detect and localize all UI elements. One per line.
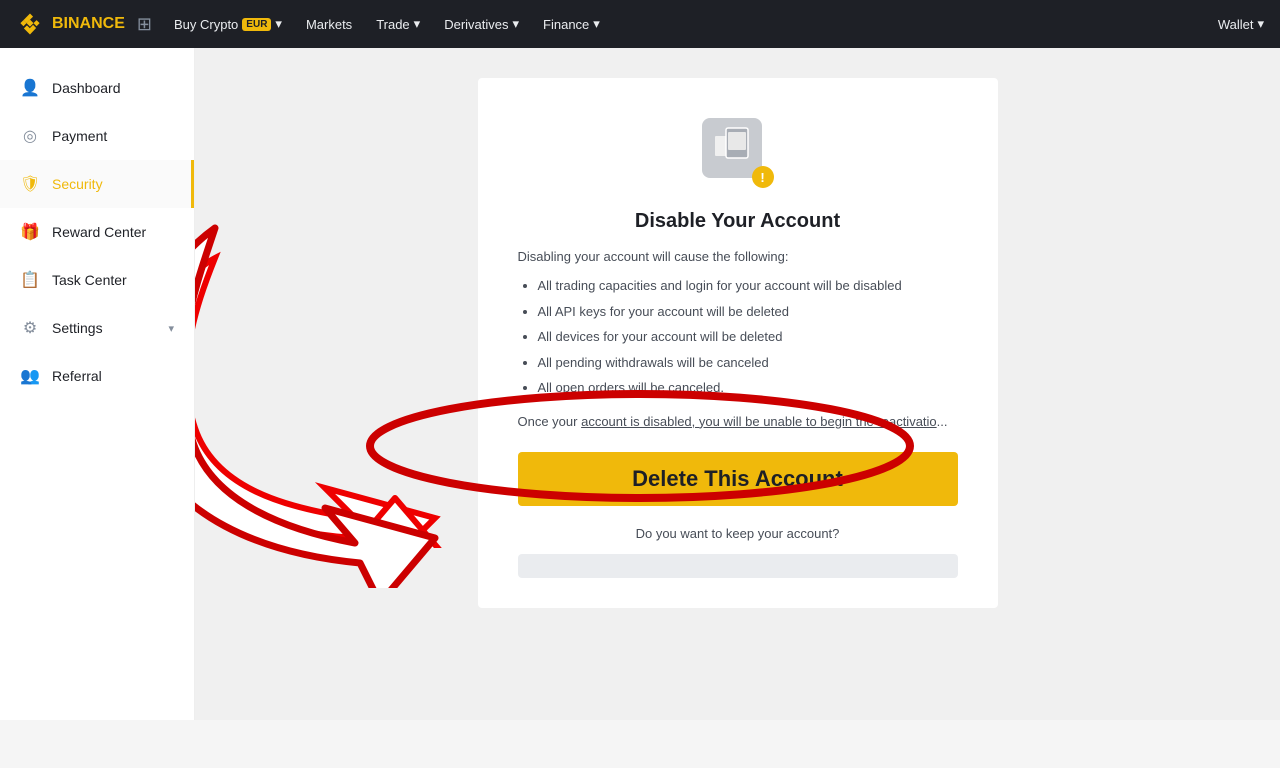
sidebar-item-payment[interactable]: ◎ Payment: [0, 112, 194, 160]
wallet-chevron: ▾: [1257, 16, 1264, 32]
bullet-4: All pending withdrawals will be canceled: [538, 353, 958, 373]
sidebar-item-settings[interactable]: ⚙ Settings ▾: [0, 304, 194, 352]
settings-caret: ▾: [168, 322, 174, 335]
wallet-button[interactable]: Wallet ▾: [1218, 16, 1264, 32]
device-icon: [702, 118, 762, 178]
sidebar-item-task-center[interactable]: 📋 Task Center: [0, 256, 194, 304]
task-icon: 📋: [20, 270, 40, 290]
device-icon-wrapper: !: [702, 118, 774, 190]
settings-icon: ⚙: [20, 318, 40, 338]
sidebar-label-referral: Referral: [52, 368, 102, 384]
sidebar-label-dashboard: Dashboard: [52, 80, 121, 96]
logo-text: BINANCE: [52, 15, 125, 33]
finance-chevron: ▾: [593, 16, 600, 32]
nav-finance[interactable]: Finance ▾: [533, 0, 610, 48]
card-icon-area: !: [518, 118, 958, 190]
card-subtitle: Disabling your account will cause the fo…: [518, 249, 958, 264]
buy-crypto-chevron: ▾: [275, 16, 282, 32]
trade-chevron: ▾: [414, 16, 421, 32]
card-bullets: All trading capacities and login for you…: [518, 276, 958, 398]
sidebar-label-task: Task Center: [52, 272, 127, 288]
sidebar-label-security: Security: [52, 176, 103, 192]
card-title: Disable Your Account: [518, 210, 958, 233]
nav-derivatives[interactable]: Derivatives ▾: [434, 0, 529, 48]
account-link[interactable]: account is disabled, you will be unable …: [581, 414, 937, 429]
reward-icon: 🎁: [20, 222, 40, 242]
sidebar-item-security[interactable]: 🛡 Security: [0, 160, 194, 208]
referral-icon: 👥: [20, 366, 40, 386]
card-note: Once your account is disabled, you will …: [518, 412, 958, 433]
binance-logo[interactable]: BINANCE: [16, 10, 125, 38]
payment-icon: ◎: [20, 126, 40, 146]
bullet-3: All devices for your account will be del…: [538, 327, 958, 347]
bullet-1: All trading capacities and login for you…: [538, 276, 958, 296]
bullet-2: All API keys for your account will be de…: [538, 302, 958, 322]
top-navigation: BINANCE ⊞ Buy Crypto EUR ▾ Markets Trade…: [0, 0, 1280, 48]
dashboard-icon: 👤: [20, 78, 40, 98]
delete-account-button[interactable]: Delete This Account: [518, 452, 958, 506]
sidebar: 👤 Dashboard ◎ Payment 🛡 Security 🎁 Rewar…: [0, 48, 195, 720]
nav-markets[interactable]: Markets: [296, 0, 362, 48]
card-question: Do you want to keep your account?: [518, 526, 958, 541]
sidebar-label-payment: Payment: [52, 128, 107, 144]
sidebar-item-reward-center[interactable]: 🎁 Reward Center: [0, 208, 194, 256]
main-content: ! Disable Your Account Disabling your ac…: [195, 48, 1280, 720]
grid-icon[interactable]: ⊞: [137, 14, 152, 35]
sidebar-item-referral[interactable]: 👥 Referral: [0, 352, 194, 400]
cancel-button[interactable]: [518, 554, 958, 578]
nav-trade[interactable]: Trade ▾: [366, 0, 430, 48]
sidebar-item-dashboard[interactable]: 👤 Dashboard: [0, 64, 194, 112]
derivatives-chevron: ▾: [513, 16, 520, 32]
sidebar-label-settings: Settings: [52, 320, 103, 336]
security-icon: 🛡: [20, 174, 40, 194]
bullet-5: All open orders will be canceled.: [538, 378, 958, 398]
warning-badge: !: [752, 166, 774, 188]
eur-badge: EUR: [242, 18, 271, 31]
disable-account-card: ! Disable Your Account Disabling your ac…: [478, 78, 998, 608]
topnav-right: Wallet ▾: [1218, 16, 1264, 32]
sidebar-label-reward: Reward Center: [52, 224, 146, 240]
nav-buy-crypto[interactable]: Buy Crypto EUR ▾: [164, 0, 292, 48]
